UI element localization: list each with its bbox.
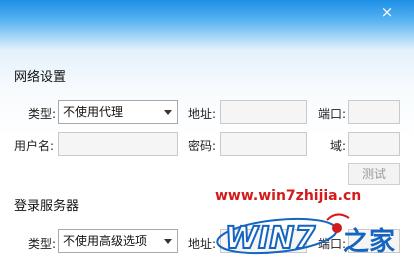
username-label: 用户名: — [14, 139, 55, 153]
username-input[interactable] — [58, 132, 178, 156]
login-address-label: 地址: — [188, 237, 217, 251]
password-label: 密码: — [188, 139, 217, 153]
proxy-type-label: 类型: — [28, 107, 57, 121]
proxy-address-label: 地址: — [188, 107, 217, 121]
proxy-port-label: 端口: — [318, 107, 347, 121]
proxy-address-input[interactable] — [220, 100, 307, 124]
proxy-port-input[interactable] — [348, 100, 400, 124]
login-server-title: 登录服务器 — [14, 199, 80, 214]
chevron-down-icon — [164, 110, 172, 115]
login-type-label: 类型: — [28, 237, 57, 251]
title-bar: × — [0, 0, 414, 50]
test-button[interactable]: 测试 — [348, 163, 400, 185]
close-button[interactable]: × — [378, 3, 396, 21]
login-type-select[interactable]: 不使用高级选项 — [58, 229, 178, 253]
password-input[interactable] — [220, 132, 307, 156]
login-port-label: 端口: — [318, 237, 347, 251]
login-address-input[interactable] — [220, 229, 307, 253]
domain-label: 域: — [330, 139, 347, 153]
proxy-type-select[interactable]: 不使用代理 — [58, 100, 178, 124]
proxy-type-value: 不使用代理 — [63, 105, 124, 119]
login-port-input[interactable] — [348, 229, 400, 253]
network-settings-title: 网络设置 — [14, 70, 67, 85]
domain-input[interactable] — [348, 132, 400, 156]
chevron-down-icon — [164, 239, 172, 244]
close-icon: × — [380, 3, 394, 21]
login-type-value: 不使用高级选项 — [63, 234, 148, 248]
